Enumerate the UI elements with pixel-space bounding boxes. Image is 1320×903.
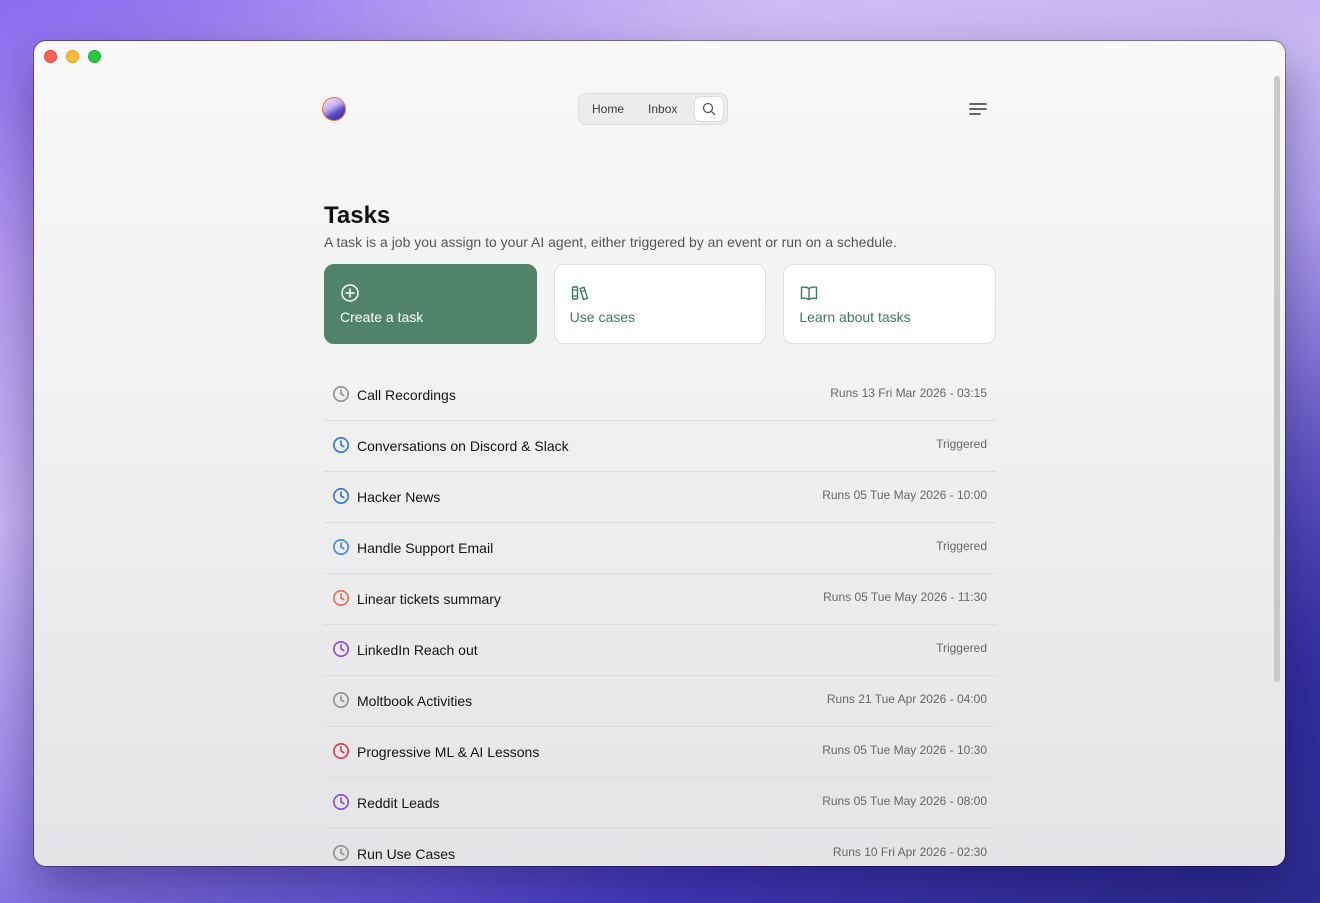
task-row[interactable]: Hacker News Runs 05 Tue May 2026 - 10:00 bbox=[324, 472, 996, 523]
task-row[interactable]: Reddit Leads Runs 05 Tue May 2026 - 08:00 bbox=[324, 778, 996, 829]
clock-icon bbox=[333, 743, 349, 759]
top-nav: Home Inbox bbox=[578, 93, 728, 125]
task-schedule: Runs 05 Tue May 2026 - 11:30 bbox=[823, 590, 987, 604]
task-name: Handle Support Email bbox=[357, 540, 494, 556]
task-schedule: Triggered bbox=[936, 539, 987, 553]
task-name: Reddit Leads bbox=[357, 795, 440, 811]
use-cases-button[interactable]: Use cases bbox=[553, 264, 767, 344]
scrollbar[interactable] bbox=[1274, 76, 1280, 682]
task-row[interactable]: LinkedIn Reach out Triggered bbox=[324, 625, 996, 676]
task-name: Progressive ML & AI Lessons bbox=[357, 744, 540, 760]
main-content: Tasks A task is a job you assign to your… bbox=[324, 201, 997, 866]
create-task-label: Create a task bbox=[340, 309, 424, 325]
task-name: Run Use Cases bbox=[357, 846, 456, 862]
use-cases-label: Use cases bbox=[569, 309, 636, 325]
task-name: Call Recordings bbox=[357, 387, 456, 403]
task-schedule: Runs 05 Tue May 2026 - 10:30 bbox=[822, 743, 987, 757]
minimize-window-button[interactable] bbox=[66, 50, 79, 63]
task-schedule: Runs 10 Fri Apr 2026 - 02:30 bbox=[832, 845, 987, 859]
task-schedule: Runs 05 Tue May 2026 - 10:00 bbox=[822, 488, 987, 502]
menu-button[interactable] bbox=[967, 98, 989, 120]
task-row[interactable]: Moltbook Activities Runs 21 Tue Apr 2026 … bbox=[324, 676, 996, 727]
task-name: Linear tickets summary bbox=[357, 591, 501, 607]
task-name: Conversations on Discord & Slack bbox=[357, 438, 569, 454]
menu-icon bbox=[969, 103, 987, 115]
plus-circle-icon bbox=[341, 284, 359, 302]
open-book-icon bbox=[801, 286, 818, 301]
clock-icon bbox=[333, 641, 349, 657]
create-task-button[interactable]: Create a task bbox=[324, 264, 537, 344]
task-row[interactable]: Run Use Cases Runs 10 Fri Apr 2026 - 02:3… bbox=[324, 829, 996, 866]
nav-inbox-link[interactable]: Inbox bbox=[636, 102, 689, 116]
task-schedule: Runs 13 Fri Mar 2026 - 03:15 bbox=[830, 386, 987, 400]
window-controls bbox=[44, 50, 101, 63]
search-icon bbox=[702, 102, 716, 116]
search-button[interactable] bbox=[694, 96, 724, 122]
task-row[interactable]: Conversations on Discord & Slack Triggere… bbox=[324, 421, 996, 472]
action-cards: Create a task Use cases Learn about task… bbox=[324, 264, 997, 344]
task-list: Call Recordings Runs 13 Fri Mar 2026 - 03… bbox=[324, 370, 996, 866]
clock-icon bbox=[333, 590, 349, 606]
nav-home-link[interactable]: Home bbox=[579, 102, 636, 116]
clock-icon bbox=[333, 386, 349, 402]
learn-about-tasks-button[interactable]: Learn about tasks bbox=[783, 264, 997, 344]
close-window-button[interactable] bbox=[44, 50, 57, 63]
clock-icon bbox=[333, 488, 349, 504]
books-icon bbox=[571, 286, 588, 301]
task-row[interactable]: Linear tickets summary Runs 05 Tue May 20… bbox=[324, 574, 996, 625]
task-name: Hacker News bbox=[357, 489, 441, 505]
task-schedule: Runs 05 Tue May 2026 - 08:00 bbox=[822, 794, 987, 808]
task-schedule: Triggered bbox=[936, 437, 987, 451]
clock-icon bbox=[333, 692, 349, 708]
task-schedule: Runs 21 Tue Apr 2026 - 04:00 bbox=[826, 692, 987, 706]
app-window: Home Inbox Tasks A task is a job you ass… bbox=[34, 41, 1285, 866]
task-row[interactable]: Progressive ML & AI Lessons Runs 05 Tue M… bbox=[324, 727, 996, 778]
task-row[interactable]: Call Recordings Runs 13 Fri Mar 2026 - 03… bbox=[324, 370, 996, 421]
clock-icon bbox=[333, 539, 349, 555]
user-avatar[interactable] bbox=[322, 97, 346, 121]
clock-icon bbox=[333, 437, 349, 453]
task-name: Moltbook Activities bbox=[357, 693, 473, 709]
page-subtitle: A task is a job you assign to your AI ag… bbox=[324, 234, 897, 250]
task-row[interactable]: Handle Support Email Triggered bbox=[324, 523, 996, 574]
clock-icon bbox=[333, 845, 349, 861]
zoom-window-button[interactable] bbox=[88, 50, 101, 63]
page-title: Tasks bbox=[324, 202, 391, 229]
task-schedule: Triggered bbox=[936, 641, 987, 655]
learn-about-tasks-label: Learn about tasks bbox=[799, 309, 911, 325]
clock-icon bbox=[333, 794, 349, 810]
task-name: LinkedIn Reach out bbox=[357, 642, 478, 658]
